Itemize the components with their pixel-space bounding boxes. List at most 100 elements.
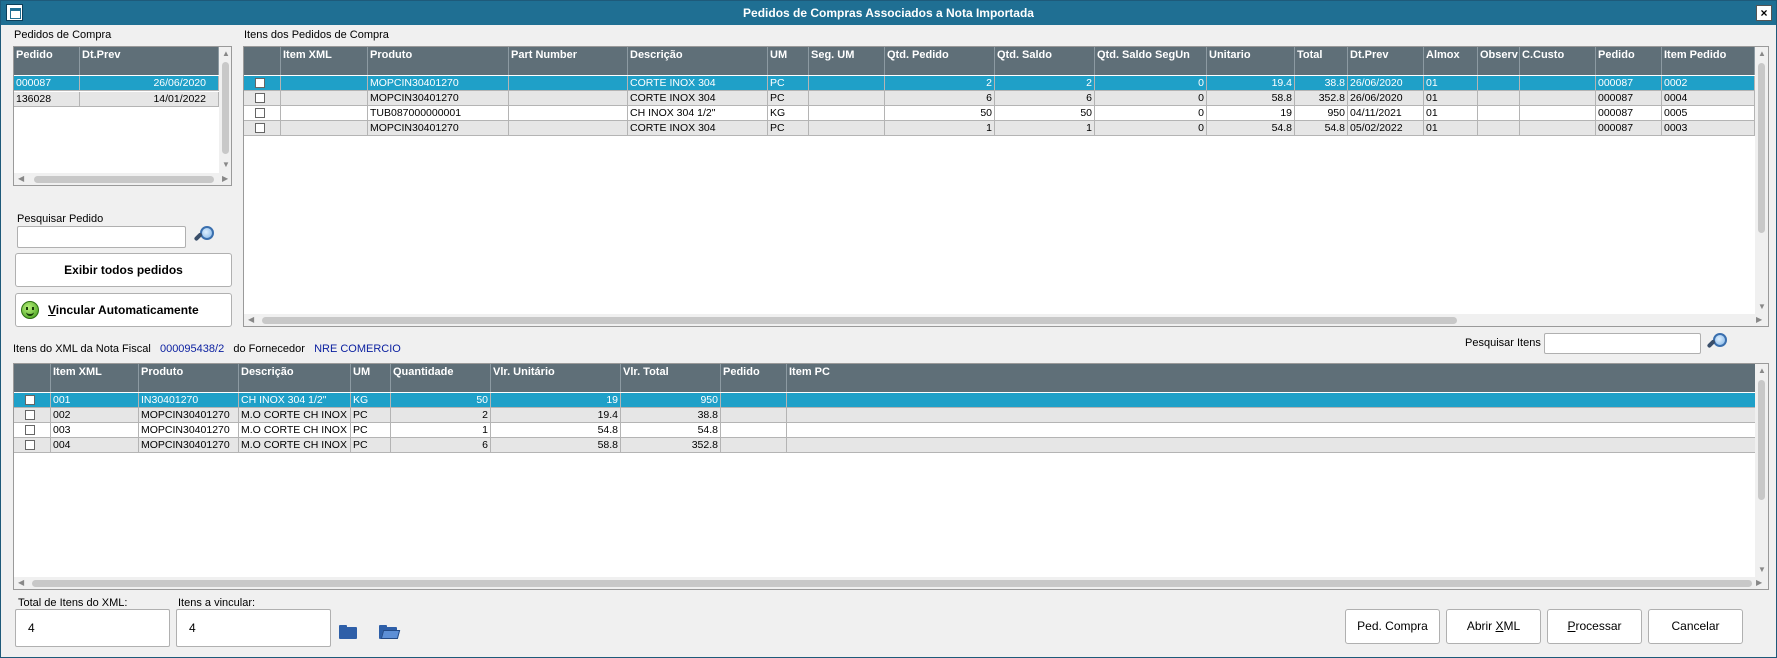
items-col-unitario[interactable]: Unitario — [1207, 47, 1295, 75]
row-checkbox[interactable] — [25, 410, 35, 420]
items-col-produto[interactable]: Produto — [368, 47, 509, 75]
smiley-icon — [21, 301, 39, 319]
row-checkbox[interactable] — [255, 78, 265, 88]
show-all-orders-button[interactable]: Exibir todos pedidos — [15, 253, 232, 287]
xml-table-row[interactable]: 003 MOPCIN30401270 M.O CORTE CH INOX 3 PC 1 5… — [14, 423, 1755, 438]
items-col-total[interactable]: Total — [1295, 47, 1348, 75]
xml-col-itemxml[interactable]: Item XML — [51, 364, 139, 392]
items-table-row[interactable]: MOPCIN30401270 CORTE INOX 304 PC 2 2 0 19.4 38.… — [244, 76, 1755, 91]
item-produto: MOPCIN30401270 — [368, 121, 509, 136]
item-check[interactable] — [244, 106, 281, 121]
items-col-check[interactable] — [244, 47, 281, 75]
close-icon[interactable]: × — [1756, 5, 1772, 21]
item-qtdsaldosegun: 0 — [1095, 76, 1207, 91]
items-col-ccusto[interactable]: C.Custo — [1520, 47, 1596, 75]
items-col-segum[interactable]: Seg. UM — [809, 47, 885, 75]
xml-col-descricao[interactable]: Descrição — [239, 364, 351, 392]
xml-col-quantidade[interactable]: Quantidade — [391, 364, 491, 392]
search-icon[interactable] — [1706, 332, 1729, 354]
items-col-pedido[interactable]: Pedido — [1596, 47, 1662, 75]
xml-col-vlrunitario[interactable]: Vlr. Unitário — [491, 364, 621, 392]
items-col-dtprev[interactable]: Dt.Prev — [1348, 47, 1424, 75]
items-grid-header: Item XML Produto Part Number Descrição U… — [244, 47, 1755, 75]
items-to-link-field[interactable]: 4 — [176, 609, 331, 647]
xml-label-prefix: Itens do XML da Nota Fiscal — [13, 343, 151, 355]
xml-label-mid: do Fornecedor — [233, 343, 305, 355]
xml-table-row[interactable]: 001 IN30401270 CH INOX 304 1/2" KG 50 19 950 — [14, 393, 1755, 408]
item-qtdsaldo: 50 — [995, 106, 1095, 121]
xml-produto: IN30401270 — [139, 393, 239, 408]
orders-col-pedido[interactable]: Pedido — [14, 47, 80, 75]
xml-col-vlrtotal[interactable]: Vlr. Total — [621, 364, 721, 392]
item-check[interactable] — [244, 76, 281, 91]
cancel-button[interactable]: Cancelar — [1648, 609, 1743, 644]
items-col-qtdsaldo[interactable]: Qtd. Saldo — [995, 47, 1095, 75]
xml-check[interactable] — [14, 408, 51, 423]
row-checkbox[interactable] — [255, 123, 265, 133]
items-table-row[interactable]: TUB087000000001 CH INOX 304 1/2" KG 50 50 0 19… — [244, 106, 1755, 121]
item-qtdsaldosegun: 0 — [1095, 121, 1207, 136]
orders-col-dtprev[interactable]: Dt.Prev — [80, 47, 219, 75]
orders-hscroll[interactable]: ◀ ▶ — [14, 173, 231, 185]
item-almox: 01 — [1424, 91, 1478, 106]
xml-col-produto[interactable]: Produto — [139, 364, 239, 392]
item-qtdpedido: 6 — [885, 91, 995, 106]
items-col-descricao[interactable]: Descrição — [628, 47, 768, 75]
orders-row[interactable]: 136028 14/01/2022 — [14, 92, 219, 107]
xml-vlrunitario: 54.8 — [491, 423, 621, 438]
xml-grid: Item XML Produto Descrição UM Quantidade… — [13, 363, 1769, 590]
items-table-row[interactable]: MOPCIN30401270 CORTE INOX 304 PC 1 1 0 54.8 54.… — [244, 121, 1755, 136]
row-checkbox[interactable] — [255, 108, 265, 118]
window-title: Pedidos de Compras Associados a Nota Imp… — [743, 6, 1034, 20]
xml-check[interactable] — [14, 393, 51, 408]
open-xml-button[interactable]: Abrir XML — [1446, 609, 1541, 644]
xml-itempc — [787, 408, 1755, 423]
items-panel-label: Itens dos Pedidos de Compra — [244, 29, 389, 41]
items-col-almox[interactable]: Almox — [1424, 47, 1478, 75]
row-checkbox[interactable] — [255, 93, 265, 103]
xml-check[interactable] — [14, 423, 51, 438]
items-col-partnumber[interactable]: Part Number — [509, 47, 628, 75]
xml-col-check[interactable] — [14, 364, 51, 392]
search-items-input[interactable] — [1544, 333, 1701, 354]
orders-row[interactable]: 000087 26/06/2020 — [14, 76, 219, 91]
orders-vscroll[interactable]: ▲ ▼ — [219, 47, 231, 173]
ped-compra-button[interactable]: Ped. Compra — [1345, 609, 1440, 644]
item-check[interactable] — [244, 91, 281, 106]
xml-vlrtotal: 950 — [621, 393, 721, 408]
items-vscroll[interactable]: ▲ ▼ — [1755, 47, 1768, 314]
folder-open-icon[interactable] — [379, 625, 401, 639]
items-hscroll[interactable]: ◀ ▶ — [244, 314, 1768, 326]
xml-col-itempc[interactable]: Item PC — [787, 364, 1755, 392]
row-checkbox[interactable] — [25, 440, 35, 450]
xml-quantidade: 1 — [391, 423, 491, 438]
item-produto: MOPCIN30401270 — [368, 91, 509, 106]
item-qtdpedido: 50 — [885, 106, 995, 121]
item-xml — [281, 106, 368, 121]
xml-vscroll[interactable]: ▲ ▼ — [1755, 364, 1768, 577]
item-check[interactable] — [244, 121, 281, 136]
total-items-field[interactable]: 4 — [15, 609, 170, 647]
items-col-itemxml[interactable]: Item XML — [281, 47, 368, 75]
process-button[interactable]: Processar — [1547, 609, 1642, 644]
xml-hscroll[interactable]: ◀ ▶ — [14, 577, 1768, 589]
search-icon[interactable] — [193, 225, 216, 247]
item-itempedido: 0003 — [1662, 121, 1755, 136]
xml-check[interactable] — [14, 438, 51, 453]
item-segum — [809, 121, 885, 136]
items-col-itempedido[interactable]: Item Pedido — [1662, 47, 1755, 75]
xml-col-pedido[interactable]: Pedido — [721, 364, 787, 392]
row-checkbox[interactable] — [25, 395, 35, 405]
items-col-qtdsaldosegun[interactable]: Qtd. Saldo SegUn — [1095, 47, 1207, 75]
items-col-qtdpedido[interactable]: Qtd. Pedido — [885, 47, 995, 75]
items-col-observ[interactable]: Observ — [1478, 47, 1520, 75]
items-col-um[interactable]: UM — [768, 47, 809, 75]
row-checkbox[interactable] — [25, 425, 35, 435]
xml-col-um[interactable]: UM — [351, 364, 391, 392]
xml-table-row[interactable]: 004 MOPCIN30401270 M.O CORTE CH INOX 3 PC 6 5… — [14, 438, 1755, 453]
folder-icon[interactable] — [339, 625, 359, 639]
search-order-input[interactable] — [17, 226, 186, 248]
items-table-row[interactable]: MOPCIN30401270 CORTE INOX 304 PC 6 6 0 58.8 352… — [244, 91, 1755, 106]
xml-table-row[interactable]: 002 MOPCIN30401270 M.O CORTE CH INOX 3 PC 2 1… — [14, 408, 1755, 423]
auto-link-button[interactable]: Vincular Automaticamente — [15, 293, 232, 327]
